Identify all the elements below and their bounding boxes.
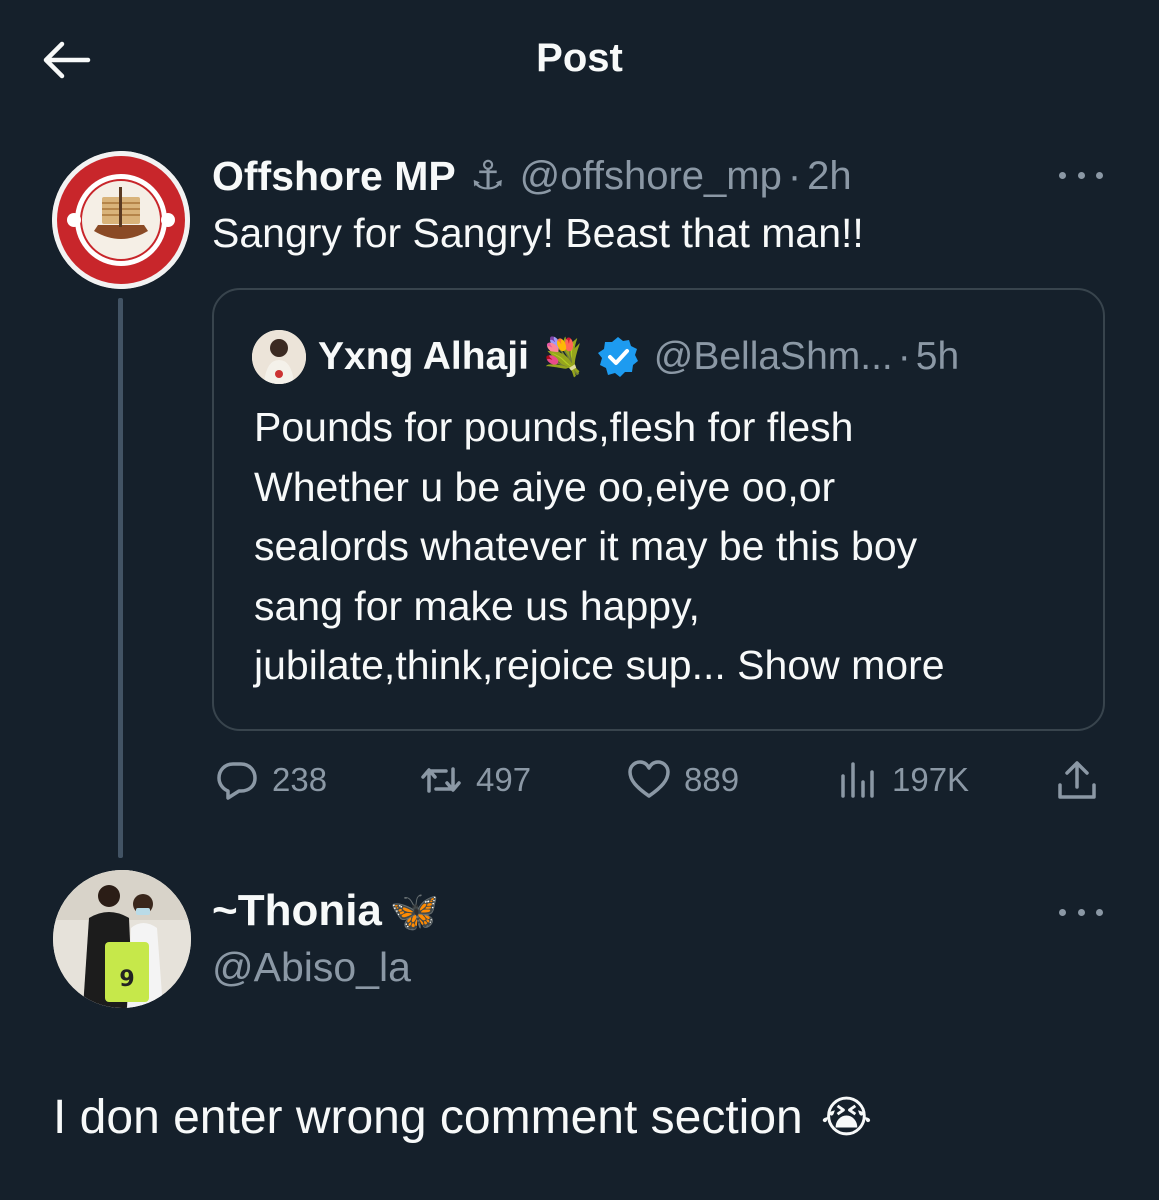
show-more-link[interactable]: Show more xyxy=(737,642,944,688)
offshore-mp-avatar[interactable] xyxy=(52,151,190,289)
anchor-emoji: ⚓ xyxy=(469,154,506,198)
like-count: 889 xyxy=(684,761,740,798)
more-dot-icon xyxy=(1077,908,1085,916)
quoted-author-handle[interactable]: @BellaShm... xyxy=(654,335,893,379)
views-chart-icon xyxy=(841,762,874,798)
separator-dot: · xyxy=(897,335,911,378)
more-dot-icon xyxy=(1059,171,1066,179)
thonia-avatar[interactable]: 9 xyxy=(53,870,191,1008)
separator-dot: · xyxy=(787,153,802,198)
quoted-post[interactable]: Yxng Alhaji 💐 @BellaShm... · 5h Pounds f… xyxy=(212,288,1105,731)
action-bar: 238 497 889 197K xyxy=(212,752,1105,808)
repost-count: 497 xyxy=(476,761,532,798)
quoted-post-text: Pounds for pounds,flesh for flesh Whethe… xyxy=(254,398,1094,696)
more-options-button[interactable] xyxy=(1059,165,1103,185)
offshore-marine-patrol-logo xyxy=(52,151,190,289)
reply-count: 238 xyxy=(272,761,328,798)
svg-text:9: 9 xyxy=(119,967,134,992)
thread-connector xyxy=(118,298,123,858)
reply-author-handle[interactable]: @Abiso_la xyxy=(212,944,411,991)
repost-icon xyxy=(421,767,461,793)
reply-author-name[interactable]: ~Thonia xyxy=(212,886,382,936)
bouquet-emoji: 💐 xyxy=(540,336,586,377)
author-handle[interactable]: @offshore_mp xyxy=(520,154,782,199)
top-bar: Post xyxy=(0,0,1159,120)
more-options-button[interactable] xyxy=(1059,902,1103,922)
quoted-author-avatar[interactable] xyxy=(252,330,306,384)
share-icon xyxy=(1058,761,1096,799)
author-name[interactable]: Offshore MP xyxy=(212,153,456,200)
verified-badge-icon xyxy=(597,337,638,377)
views-count: 197K xyxy=(892,761,970,798)
reply-text: I don enter wrong comment section xyxy=(53,1091,803,1144)
quoted-text-line: sealords whatever it may be this boy xyxy=(254,523,918,569)
quoted-text-line: sang for make us happy, xyxy=(254,582,700,629)
repost-button[interactable]: 497 xyxy=(418,752,531,808)
profile-photo: 9 xyxy=(53,870,191,1008)
quoted-text-line: Pounds for pounds,flesh for flesh xyxy=(254,404,854,450)
post-page: Post Offshore MP ⚓ @offshore_mp · 2h San… xyxy=(0,0,1159,1200)
more-dot-icon xyxy=(1077,171,1085,179)
page-title: Post xyxy=(536,36,623,80)
post-header: Offshore MP ⚓ @offshore_mp · 2h xyxy=(212,150,852,202)
crying-face-emoji: 😭 xyxy=(820,1093,873,1142)
like-button[interactable]: 889 xyxy=(626,752,739,808)
quoted-text-line: jubilate,think,rejoice sup... xyxy=(254,642,726,688)
more-dot-icon xyxy=(1096,908,1103,916)
reply-icon xyxy=(217,762,257,800)
heart-icon xyxy=(628,760,670,798)
person-avatar-icon xyxy=(252,330,306,384)
butterfly-emoji: 🦋 xyxy=(389,889,440,934)
post-text: Sangry for Sangry! Beast that man!! xyxy=(212,210,864,256)
more-dot-icon xyxy=(1059,908,1066,916)
quoted-text-line-last: jubilate,think,rejoice sup... Show more xyxy=(254,636,1094,696)
post-time[interactable]: 2h xyxy=(807,154,852,199)
quoted-post-header: Yxng Alhaji 💐 @BellaShm... · 5h xyxy=(318,330,959,384)
views-button[interactable]: 197K xyxy=(834,752,969,808)
more-dot-icon xyxy=(1096,171,1103,179)
quoted-text-line: Whether u be aiye oo,eiye oo,or xyxy=(254,463,836,510)
share-button[interactable] xyxy=(1054,752,1100,808)
reply-author-name-row: ~Thonia 🦋 xyxy=(212,884,440,938)
reply-text-row: I don enter wrong comment section 😭 xyxy=(53,1090,872,1145)
quoted-post-time[interactable]: 5h xyxy=(916,335,959,379)
reply-button[interactable]: 238 xyxy=(214,752,327,808)
quoted-author-name[interactable]: Yxng Alhaji xyxy=(318,335,529,379)
